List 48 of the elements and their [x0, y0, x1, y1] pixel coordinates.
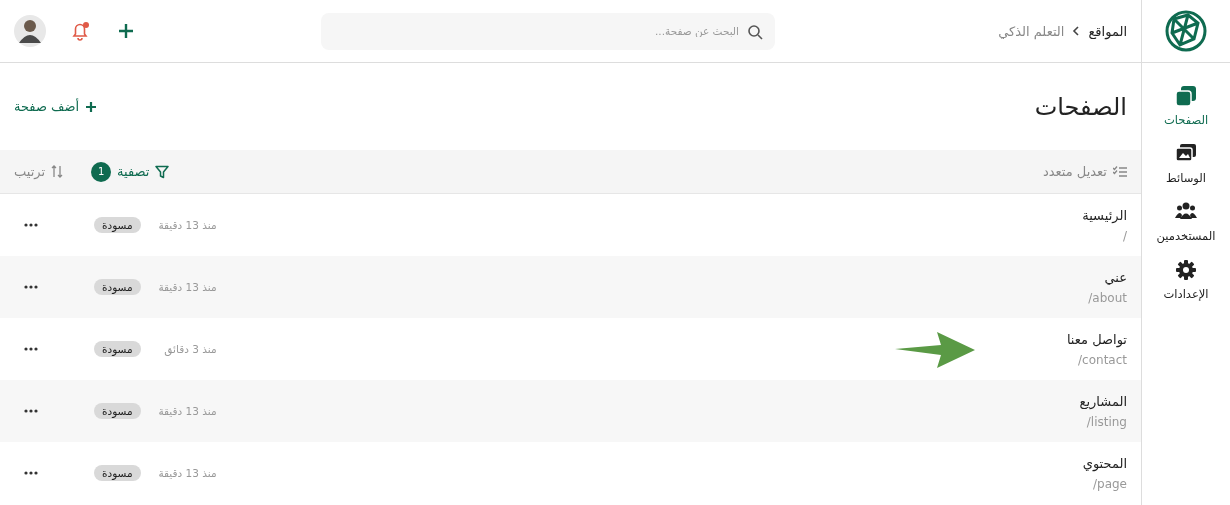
sort-icon [51, 165, 64, 178]
page-slug: /contact [1078, 352, 1127, 367]
plus-icon [118, 23, 134, 39]
page-slug: /about [1088, 290, 1127, 305]
updated-time: منذ 13 دقيقة [157, 405, 217, 417]
sidebar-item[interactable]: الإعدادات [1161, 257, 1211, 303]
sidebar-item[interactable]: الوسائط [1164, 141, 1208, 187]
avatar[interactable] [14, 15, 46, 47]
page-slug: /page [1093, 476, 1127, 491]
updated-time: منذ 13 دقيقة [157, 467, 217, 479]
logo [1165, 10, 1207, 52]
plus-icon [85, 100, 98, 113]
page-title: الصفحات [1034, 92, 1127, 121]
page-title-text: المحتوي [1082, 455, 1127, 471]
breadcrumb-link[interactable]: التعلم الذكي [998, 23, 1065, 39]
more-icon [24, 223, 38, 227]
person-icon [18, 17, 42, 43]
status-badge: مسودة [94, 279, 141, 295]
page-title-text: الرئيسية [1082, 207, 1127, 223]
status-badge: مسودة [94, 465, 141, 481]
more-icon [24, 409, 38, 413]
sidebar-item[interactable]: الصفحات [1161, 83, 1211, 129]
page-title-text: تواصل معنا [1066, 331, 1127, 347]
page-title-text: المشاريع [1079, 393, 1127, 409]
search-field[interactable]: البحث عن صفحة... [321, 12, 775, 50]
updated-time: منذ 13 دقيقة [157, 219, 217, 231]
page-slug: /listing [1086, 414, 1127, 429]
checklist-icon [1113, 165, 1127, 178]
more-icon [24, 471, 38, 475]
status-badge: مسودة [94, 341, 141, 357]
page-title-text: عني [1104, 269, 1127, 285]
sidebar-item[interactable]: المستخدمين [1154, 199, 1218, 245]
filter-icon [155, 164, 170, 179]
logo[interactable] [1164, 9, 1208, 53]
more-icon [24, 285, 38, 289]
more-icon [24, 347, 38, 351]
status-badge: مسودة [94, 403, 141, 419]
chevron-icon [1072, 25, 1081, 37]
page-slug: / [1122, 228, 1127, 243]
pages-icon [1175, 85, 1197, 107]
breadcrumb-link[interactable]: المواقع [1088, 23, 1127, 39]
updated-time: منذ 13 دقيقة [157, 281, 217, 293]
search-icon [747, 23, 763, 40]
add-page-button[interactable]: أضف صفحة [14, 99, 98, 114]
updated-time: منذ 3 دقائق [163, 343, 217, 355]
count-badge: 1 [91, 161, 112, 182]
status-badge: مسودة [94, 217, 141, 233]
table-row[interactable]: الرئيسية / منذ 13 دقيقة مسودة [0, 194, 1141, 256]
